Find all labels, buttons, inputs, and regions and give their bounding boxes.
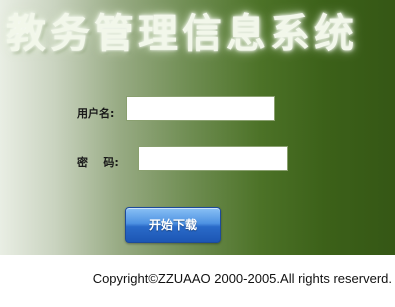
copyright-text: Copyright©ZZUAAO 2000-2005.All rights re…	[92, 271, 392, 286]
start-download-button[interactable]: 开始下载	[125, 207, 221, 243]
system-title: 教务管理信息系统	[6, 10, 358, 57]
username-label: 用户名:	[77, 107, 115, 120]
password-input[interactable]	[138, 146, 288, 171]
footer: Copyright©ZZUAAO 2000-2005.All rights re…	[0, 255, 395, 307]
login-panel: 教务管理信息系统 用户名: 密 码: 开始下载	[0, 0, 395, 255]
password-label: 密 码:	[77, 156, 119, 169]
username-input[interactable]	[126, 96, 275, 121]
